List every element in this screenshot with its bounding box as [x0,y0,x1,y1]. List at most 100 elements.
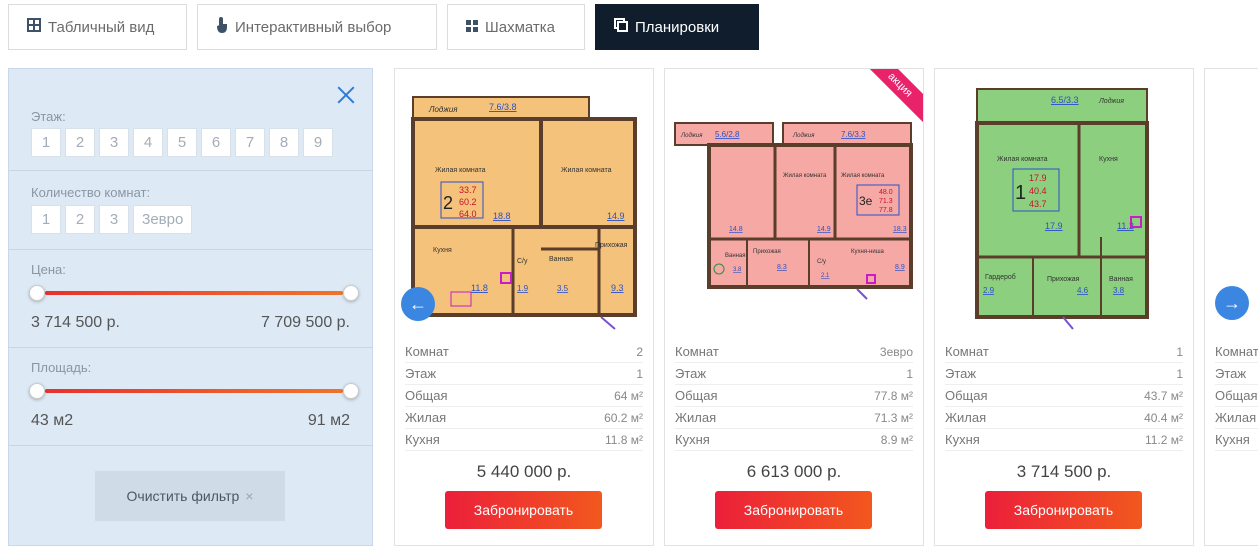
slider-handle-max[interactable] [343,383,359,399]
price-min: 3 714 500 р. [31,314,120,331]
rooms-chip[interactable]: 2 [65,205,95,234]
spec-row: Общая 64 м² [405,385,643,407]
arrow-left-icon: ← [409,293,427,314]
plan-hall-area: 4.6 [1077,286,1089,295]
area-slider[interactable] [29,383,359,399]
tab-label: Интерактивный выбор [235,18,392,36]
plan-balcony-area: 7.6/3.3 [841,130,866,139]
spec-label: Комнат [945,344,989,359]
slider-track [45,389,343,393]
clear-icon: × [245,488,254,504]
slider-handle-max[interactable] [343,285,359,301]
plan-hall-area: 8.3 [777,264,787,271]
slider-handle-min[interactable] [29,285,45,301]
spec-row: Комнат 1 [945,341,1183,363]
spec-value: 11.2 м² [1144,432,1183,447]
floor-chip[interactable]: 8 [269,128,299,157]
spec-row: Общая 77.8 м² [675,385,913,407]
spec-label: Этаж [945,366,977,381]
spec-label: Жилая [675,410,717,425]
clear-filter-button[interactable]: Очистить фильтр × [95,471,285,521]
plan-area: 60.2 [459,197,477,207]
spec-label: Общая [675,388,718,403]
spec-row: Этаж [1215,363,1258,385]
apartment-price: 6 613 000 р. [746,462,842,481]
plan-bath-area: 3.8 [733,267,742,273]
touch-icon [216,16,228,38]
spec-row: Этаж 1 [405,363,643,385]
plan-room-area: 17.9 [1045,221,1063,231]
view-tabs: Табличный вид Интерактивный выбор Шахмат… [8,4,759,50]
tab-table-view[interactable]: Табличный вид [8,4,187,50]
tab-layouts[interactable]: Планировки [595,4,759,50]
plan-wc-area: 2.1 [821,273,830,279]
plan-wc-label: С/у [817,259,826,265]
plan-wc-label: С/у [517,258,528,265]
next-arrow[interactable]: → [1215,286,1249,320]
spec-row: Этаж 1 [945,363,1183,385]
plan-room-label: Жилая комната [561,167,612,174]
rooms-chips: 1 2 3 3евро [31,205,193,234]
spec-label: Общая [945,388,988,403]
spec-label: Комнат [1215,344,1258,359]
floor-plan-image[interactable]: 6.5/3.3 Лоджия Жилая комната Кухня 1 17.… [941,77,1189,337]
plan-area: 48.0 [879,189,893,196]
spec-label: Жилая [405,410,447,425]
spec-value: 2 [636,344,643,359]
arrow-right-icon: → [1223,292,1241,313]
area-filter: Площадь: 43 м2 91 м2 [9,348,372,446]
tab-interactive-select[interactable]: Интерактивный выбор [197,4,437,50]
floor-chip[interactable]: 5 [167,128,197,157]
spec-row: Жилая 40.4 м² [945,407,1183,429]
book-button[interactable]: Забронировать [985,491,1142,529]
floor-filter: Этаж: 1 2 3 4 5 6 7 8 9 [9,69,372,171]
plan-room-label: Жилая комната [435,167,486,174]
floor-chip[interactable]: 3 [99,128,129,157]
table-icon [27,18,41,36]
floor-chip[interactable]: 9 [303,128,333,157]
apartment-card[interactable]: Лоджия 7.6/3.8 Жилая комната Жилая комна… [394,68,654,546]
plan-room-area: 18.8 [493,211,511,221]
spec-label: Этаж [675,366,707,381]
slider-handle-min[interactable] [29,383,45,399]
plan-wc-area: 1.9 [517,284,529,293]
plan-kitchen-area: 8.9 [895,264,905,271]
prev-arrow[interactable]: ← [401,287,435,321]
plan-wardrobe-area: 2.9 [983,286,995,295]
plan-hall-label: Прихожая [1047,276,1080,283]
spec-value: 1 [636,366,643,381]
rooms-chip[interactable]: 1 [31,205,61,234]
spec-value: 71.3 м² [874,410,913,425]
floor-plan-image[interactable]: Лоджия 5.6/2.8 Лоджия 7.6/3.3 Жилая комн… [671,77,919,337]
spec-label: Этаж [1215,366,1247,381]
floor-chip[interactable]: 1 [31,128,61,157]
spec-row: Жилая 60.2 м² [405,407,643,429]
spec-label: Комнат [405,344,449,359]
spec-label: Жилая [1215,410,1257,425]
floor-chip[interactable]: 2 [65,128,95,157]
apartment-specs: Комнат 3евро Этаж 1 Общая 77.8 м² Жилая 71.3… [675,341,913,451]
floor-chip[interactable]: 4 [133,128,163,157]
price-max: 7 709 500 р. [261,314,350,331]
spec-label: Кухня [405,432,440,447]
plan-area: 17.9 [1029,173,1047,183]
plan-balcony-label: Лоджия [428,105,458,114]
rooms-chip[interactable]: 3евро [133,205,193,234]
plan-balcony-label: Лоджия [792,133,815,139]
plan-rooms-count: 3е [859,194,873,208]
apartment-card[interactable]: акция Лоджия 5.6/2.8 Лоджия 7.6/3.3 Жила… [664,68,924,546]
apartment-card[interactable]: 6.5/3.3 Лоджия Жилая комната Кухня 1 17.… [934,68,1194,546]
filter-panel: Этаж: 1 2 3 4 5 6 7 8 9 Количество комна… [8,68,373,546]
floor-chip[interactable]: 7 [235,128,265,157]
apartment-price: 3 714 500 р. [1016,462,1112,481]
floor-plan-image[interactable]: Лоджия 7.6/3.8 Жилая комната Жилая комна… [401,77,649,337]
floor-chip[interactable]: 6 [201,128,231,157]
apartment-specs: Комнат 1 Этаж 1 Общая 43.7 м² Жилая 40.4 м² … [945,341,1183,451]
rooms-chip[interactable]: 3 [99,205,129,234]
book-button[interactable]: Забронировать [715,491,872,529]
spec-value: 60.2 м² [604,410,643,425]
tab-chessboard[interactable]: Шахматка [447,4,585,50]
book-button[interactable]: Забронировать [445,491,602,529]
price-slider[interactable] [29,285,359,301]
plan-room-area: 18.3 [893,226,907,233]
